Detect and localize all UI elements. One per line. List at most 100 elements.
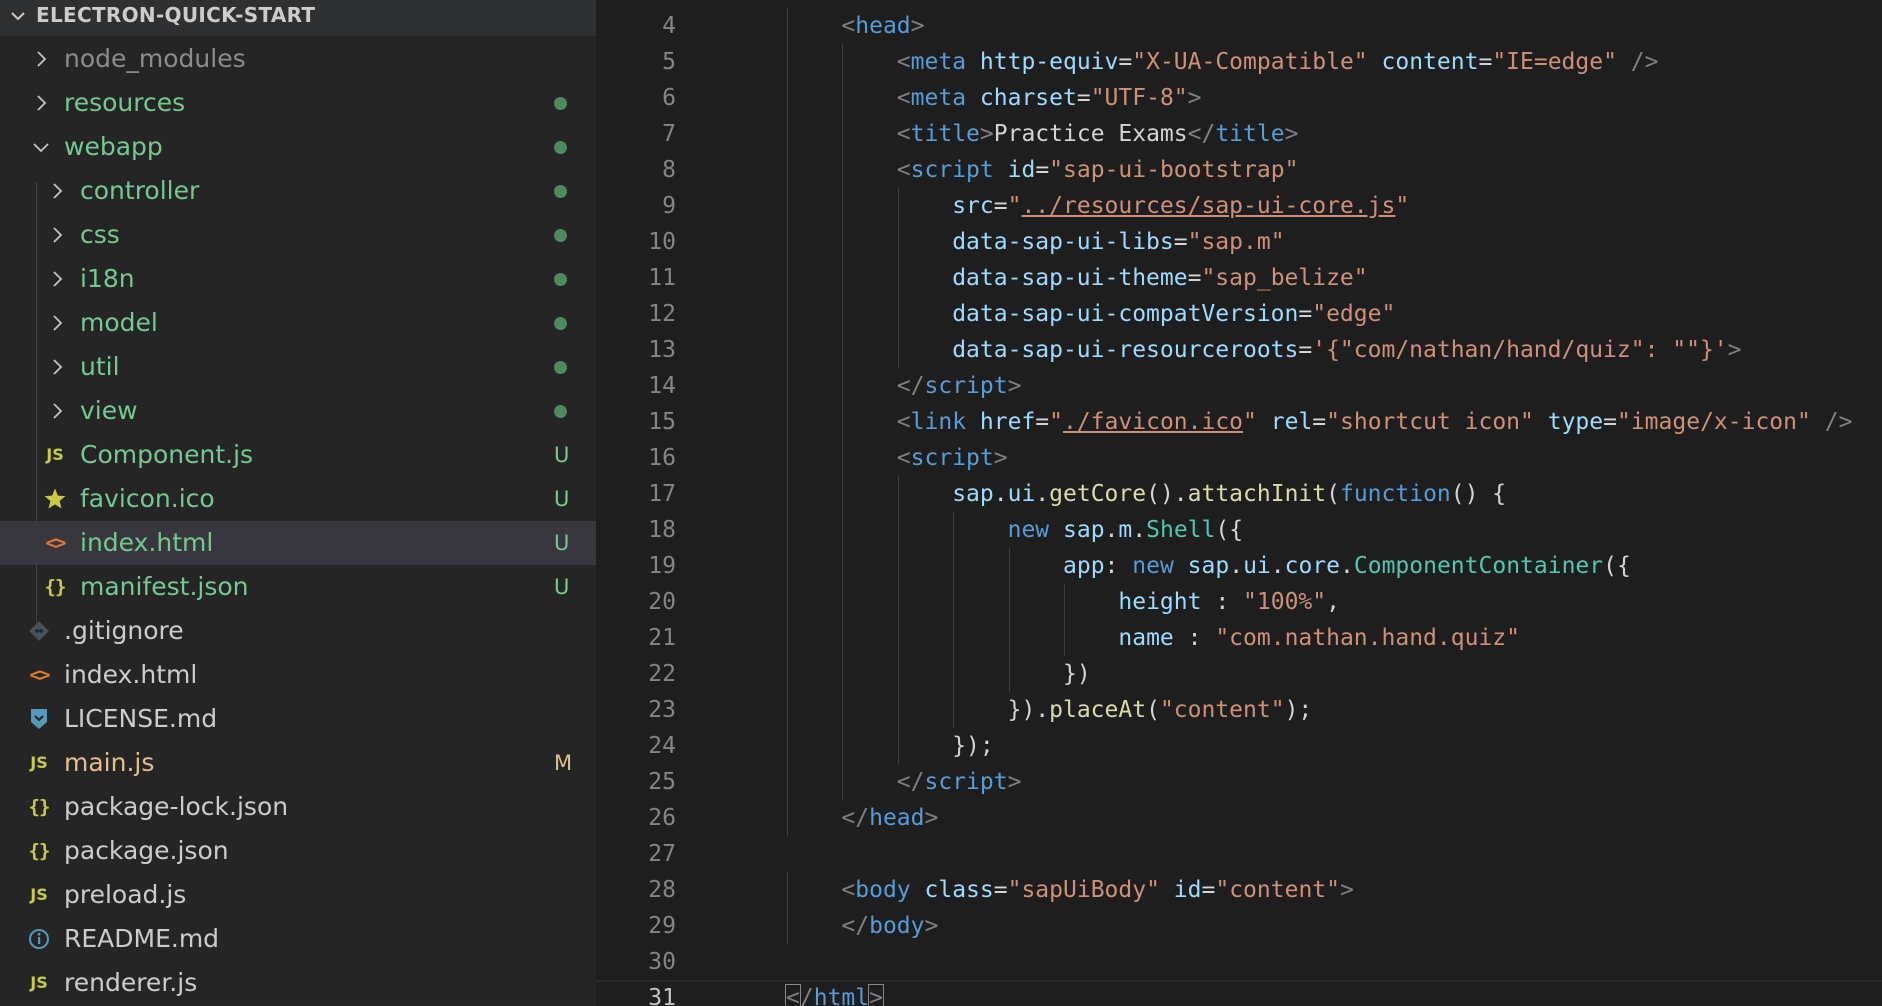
folder-item[interactable]: view [0,389,596,433]
file-item[interactable]: {} manifest.json U [0,565,596,609]
code-line[interactable]: 14 </script> [596,368,1882,404]
code-token: = [1035,157,1050,183]
code-token: . [1340,553,1354,579]
code-token: < [896,49,911,75]
code-token: "UTF-8" [1090,85,1188,111]
code-token: "shortcut icon" [1326,409,1534,435]
code-token: sap [1187,553,1230,579]
code-token: < [785,984,801,1006]
code-token: /> [1824,409,1853,435]
code-token: html [813,985,870,1006]
code-line[interactable]: 10 data-sap-ui-libs="sap.m" [596,224,1882,260]
code-text: <meta http-equiv="X-UA-Compatible" conte… [897,44,1659,80]
code-text: data-sap-ui-libs="sap.m" [952,224,1284,260]
code-line[interactable]: 29 </body> [596,908,1882,944]
code-line[interactable]: 30 [596,944,1882,980]
file-item[interactable]: {} package-lock.json [0,785,596,829]
git-status-dot [554,141,567,154]
code-token: "IE=edge" [1492,49,1617,75]
code-line[interactable]: 19 app: new sap.ui.core.ComponentContaine… [596,548,1882,584]
code-line[interactable]: 21 name : "com.nathan.hand.quiz" [596,620,1882,656]
code-line[interactable]: 17 sap.ui.getCore().attachInit(function()… [596,476,1882,512]
line-number: 11 [648,265,676,291]
git-status-dot [554,317,567,330]
code-token: data-sap-ui-theme [952,265,1188,291]
code-text: <link href="./favicon.ico" rel="shortcut… [897,404,1853,440]
code-line[interactable]: 7 <title>Practice Exams</title> [596,116,1882,152]
file-item[interactable]: LICENSE.md [0,697,596,741]
file-item[interactable]: <> index.html U [0,521,596,565]
code-token: > [924,913,939,939]
javascript-file-icon: JS [30,753,48,772]
code-line[interactable]: 25 </script> [596,764,1882,800]
code-line[interactable]: 27 [596,836,1882,872]
code-token: data-sap-ui-compatVersion [952,301,1299,327]
code-line[interactable]: 12 data-sap-ui-compatVersion="edge" [596,296,1882,332]
code-token: > [1284,121,1299,147]
code-line[interactable]: 31 </html> [596,980,1882,1006]
file-item[interactable]: {} package.json [0,829,596,873]
code-line[interactable]: 18 new sap.m.Shell({ [596,512,1882,548]
code-token: ui [1007,481,1036,507]
code-line[interactable]: 26 </head> [596,800,1882,836]
code-line[interactable]: 28 <body class="sapUiBody" id="content"> [596,872,1882,908]
code-line[interactable]: 22}) [596,656,1882,692]
folder-item[interactable]: node_modules [0,37,596,81]
code-line[interactable]: 23}).placeAt("content"); [596,692,1882,728]
code-token: > [1007,373,1022,399]
folder-item[interactable]: resources [0,81,596,125]
file-item[interactable]: JS renderer.js [0,961,596,1005]
file-item[interactable]: JS Component.js U [0,433,596,477]
code-text: <body class="sapUiBody" id="content"> [841,872,1353,908]
file-item[interactable]: JS main.js M [0,741,596,785]
code-token: </ [896,373,925,399]
folder-item[interactable]: i18n [0,257,596,301]
folder-item[interactable]: css [0,213,596,257]
file-item[interactable]: .gitignore [0,609,596,653]
explorer-section-header[interactable]: ELECTRON-QUICK-START [0,0,596,36]
code-line[interactable]: 5 <meta http-equiv="X-UA-Compatible" cont… [596,44,1882,80]
code-token: sap [952,481,994,507]
git-status-badge: M [554,751,573,775]
code-token: head [869,805,925,831]
tree-item-label: i18n [80,264,135,293]
code-line[interactable]: 4 <head> [596,8,1882,44]
file-item[interactable]: <> index.html [0,653,596,697]
code-token: "com.nathan.hand.quiz" [1215,625,1520,651]
code-editor[interactable]: 4 <head> 5 <meta http-equiv="X-UA-Compatibl… [596,0,1882,1006]
code-text: height : "100%", [1118,584,1340,620]
git-status-dot [554,361,567,374]
code-token: ); [1284,697,1313,723]
code-line[interactable]: 11 data-sap-ui-theme="sap_belize" [596,260,1882,296]
code-line[interactable]: 16 <script> [596,440,1882,476]
file-item[interactable]: README.md [0,917,596,961]
tree-item-label: util [80,352,120,381]
tree-item-label: controller [80,176,200,205]
code-text: </script> [897,764,1022,800]
folder-item[interactable]: controller [0,169,596,213]
file-item[interactable]: JS preload.js [0,873,596,917]
code-token: new [1132,553,1174,579]
code-line[interactable]: 6 <meta charset="UTF-8"> [596,80,1882,116]
code-token: = [1312,409,1327,435]
code-token: "sapUiBody" [1007,877,1160,903]
file-item[interactable]: favicon.ico U [0,477,596,521]
chevron-right-icon [53,227,63,243]
code-line[interactable]: 8 <script id="sap-ui-bootstrap" [596,152,1882,188]
folder-item[interactable]: util [0,345,596,389]
code-token: ({ [1603,553,1631,579]
code-line[interactable]: 20 height : "100%", [596,584,1882,620]
chevron-right-icon [53,315,63,331]
code-line[interactable]: 9 src="../resources/sap-ui-core.js" [596,188,1882,224]
tree-item-label: index.html [64,660,198,689]
code-line[interactable]: 24}); [596,728,1882,764]
folder-item[interactable]: webapp [0,125,596,169]
code-line[interactable]: 13 data-sap-ui-resourceroots='{"com/natha… [596,332,1882,368]
code-token: = [1187,265,1202,291]
code-token: : [1173,625,1216,651]
folder-item[interactable]: model [0,301,596,345]
code-line[interactable]: 15 <link href="./favicon.ico" rel="shortc… [596,404,1882,440]
code-token: (). [1146,481,1188,507]
